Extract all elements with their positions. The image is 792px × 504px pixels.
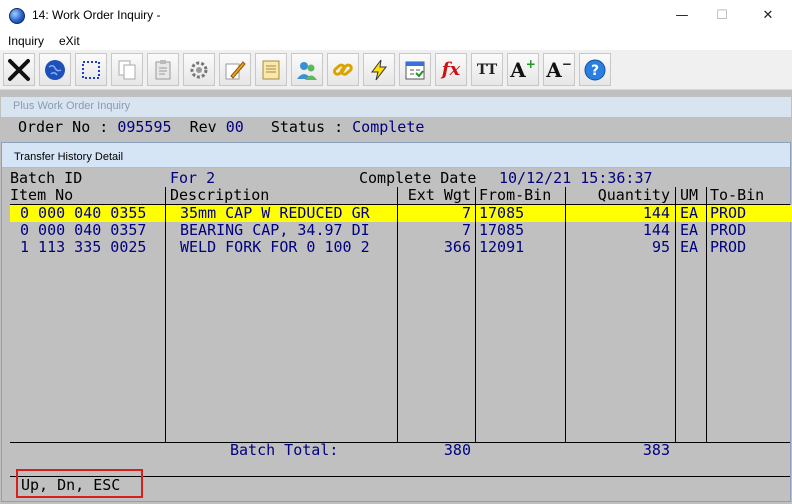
- col-divider: [565, 187, 566, 443]
- font-increase-icon[interactable]: A +: [507, 53, 539, 86]
- table-row[interactable]: 1 113 335 0025 WELD FORK FOR 0 100 2 366…: [2, 239, 790, 256]
- lightning-icon[interactable]: [363, 53, 395, 86]
- col-divider: [675, 187, 676, 443]
- dialog-caption: Transfer History Detail: [2, 143, 790, 168]
- header-divider: [10, 204, 790, 205]
- col-ext-wgt: Ext Wgt: [407, 186, 471, 204]
- minimize-button[interactable]: —: [660, 4, 704, 28]
- paste-icon[interactable]: [147, 53, 179, 86]
- svg-text:?: ?: [591, 63, 599, 79]
- order-line: Order No : 095595 Rev 00 Status : Comple…: [18, 118, 425, 136]
- users-icon[interactable]: [291, 53, 323, 86]
- col-divider: [397, 187, 398, 443]
- col-um: UM: [680, 186, 699, 204]
- rev-value: 00: [225, 118, 244, 136]
- title-bar: 14: Work Order Inquiry - — ☐ ✕: [0, 0, 792, 32]
- function-icon[interactable]: fx: [435, 53, 467, 86]
- batch-total-qty: 383: [642, 441, 670, 459]
- select-icon[interactable]: [75, 53, 107, 86]
- status-value: Complete: [352, 118, 425, 136]
- main-window-caption-text: Plus Work Order Inquiry: [13, 100, 131, 112]
- app-globe-icon: [9, 8, 25, 24]
- batch-id-label: Batch ID: [10, 169, 83, 187]
- toolbar: fx TT A + A − ?: [0, 50, 792, 90]
- font-size-icon[interactable]: TT: [471, 53, 503, 86]
- dialog-title: Transfer History Detail: [14, 151, 124, 163]
- menu-inquiry[interactable]: Inquiry: [8, 34, 44, 48]
- window-title: 14: Work Order Inquiry -: [32, 8, 161, 22]
- globe-icon[interactable]: [39, 53, 71, 86]
- close-icon[interactable]: [3, 53, 35, 86]
- col-divider: [165, 187, 166, 443]
- copy-icon[interactable]: [111, 53, 143, 86]
- col-divider: [475, 187, 476, 443]
- col-divider: [706, 187, 707, 443]
- order-no-value: 095595: [117, 118, 172, 136]
- help-icon[interactable]: ?: [579, 53, 611, 86]
- transfer-history-dialog: Transfer History Detail Batch ID For 2 C…: [1, 142, 792, 502]
- col-from-bin: From-Bin: [479, 186, 552, 204]
- complete-date-value: 10/12/21 15:36:37: [499, 169, 653, 187]
- calendar-icon[interactable]: [399, 53, 431, 86]
- col-quantity: Quantity: [597, 186, 670, 204]
- edit-icon[interactable]: [219, 53, 251, 86]
- font-decrease-icon[interactable]: A −: [543, 53, 575, 86]
- batch-total-label: Batch Total:: [230, 441, 339, 459]
- settings-icon[interactable]: [183, 53, 215, 86]
- close-window-button[interactable]: ✕: [746, 4, 790, 28]
- menu-exit[interactable]: eXit: [59, 34, 80, 48]
- menu-bar: Inquiry eXit: [0, 32, 792, 50]
- link-icon[interactable]: [327, 53, 359, 86]
- notes-icon[interactable]: [255, 53, 287, 86]
- complete-date-label: Complete Date: [359, 169, 477, 187]
- table-row[interactable]: 0 000 040 0355 35mm CAP W REDUCED GR 7 1…: [2, 205, 790, 222]
- status-keys-text: Up, Dn, ESC: [21, 476, 121, 494]
- batch-id-value: For 2: [170, 169, 216, 187]
- batch-total-wgt: 380: [443, 441, 471, 459]
- col-description: Description: [170, 186, 270, 204]
- table-row[interactable]: 0 000 040 0357 BEARING CAP, 34.97 DI 7 1…: [2, 222, 790, 239]
- col-to-bin: To-Bin: [710, 186, 765, 204]
- col-item-no: Item No: [10, 186, 74, 204]
- maximize-button[interactable]: ☐: [700, 4, 744, 28]
